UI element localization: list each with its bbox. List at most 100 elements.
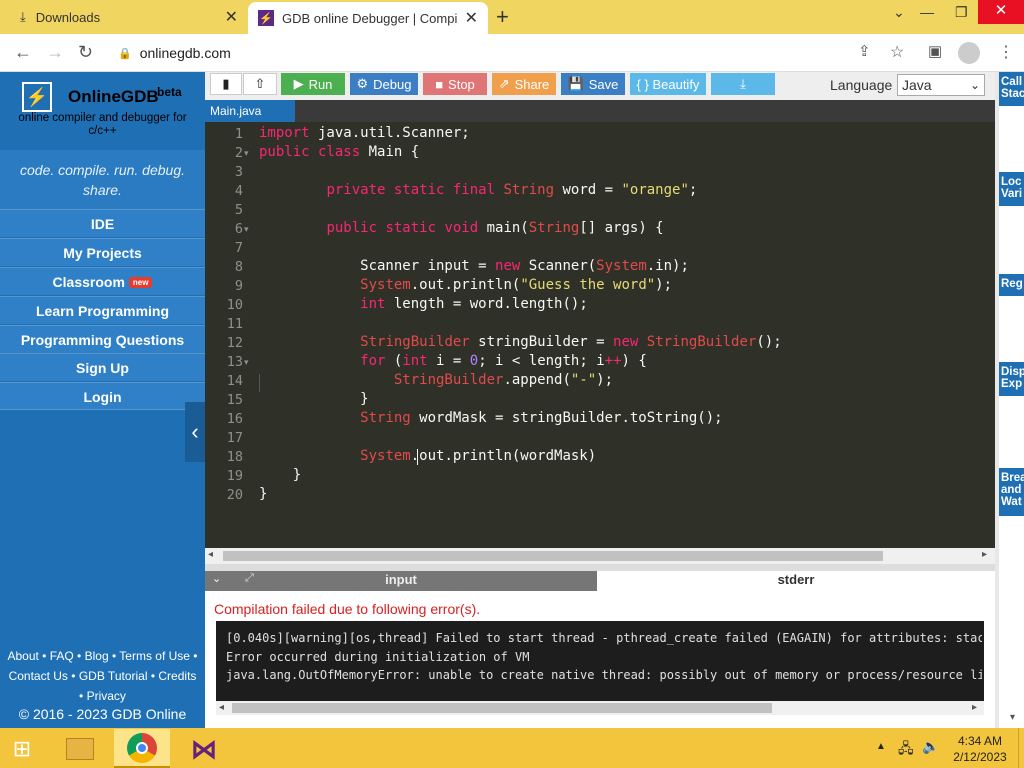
code-line: Scanner input = new Scanner(System.in); bbox=[259, 258, 689, 274]
tab-list-icon[interactable]: ⌄ bbox=[893, 4, 905, 21]
share-label: Share bbox=[514, 76, 550, 92]
collapse-sidebar-button[interactable]: ‹ bbox=[185, 402, 205, 462]
sidebar-item-programming-questions[interactable]: Programming Questions bbox=[0, 325, 205, 353]
browser-menu-icon[interactable]: ⋮ bbox=[998, 42, 1014, 62]
debug-button[interactable]: ⚙ Debug bbox=[350, 73, 418, 95]
stop-button[interactable]: ■ Stop bbox=[423, 73, 487, 95]
tab-downloads[interactable]: ⤓ Downloads ✕ bbox=[0, 0, 248, 34]
reload-icon[interactable]: ↻ bbox=[78, 42, 93, 63]
code-line: } bbox=[259, 467, 302, 483]
resize-divider[interactable] bbox=[205, 564, 995, 571]
tab-gdb-online[interactable]: ⚡ GDB online Debugger | Compiler ✕ bbox=[248, 2, 488, 34]
file-explorer-icon[interactable] bbox=[62, 732, 98, 766]
beautify-button[interactable]: { } Beautify bbox=[630, 73, 706, 95]
save-button[interactable]: 💾 Save bbox=[561, 73, 625, 95]
language-select[interactable]: Java ⌄ bbox=[897, 74, 985, 96]
line-number: 3 bbox=[234, 164, 243, 180]
scroll-down-arrow-icon[interactable]: ▾ bbox=[1010, 712, 1015, 723]
close-tab-icon[interactable]: ✕ bbox=[225, 7, 238, 27]
sidebar-item-sign-up[interactable]: Sign Up bbox=[0, 353, 205, 381]
tab-label: input bbox=[385, 572, 417, 587]
footer-credits-link[interactable]: Credits bbox=[158, 669, 196, 683]
code-line: public class Main { bbox=[259, 144, 420, 160]
side-panel-icon[interactable]: ▣ bbox=[928, 42, 942, 60]
scrollbar-thumb[interactable] bbox=[223, 551, 883, 561]
panel-divider bbox=[995, 72, 999, 728]
footer-gdb-tutorial-link[interactable]: GDB Tutorial bbox=[79, 669, 148, 683]
volume-icon[interactable]: 🔈 bbox=[922, 738, 939, 755]
line-number: 19 bbox=[226, 468, 243, 484]
line-number: 7 bbox=[234, 240, 243, 256]
minimize-button[interactable]: — bbox=[920, 4, 934, 20]
fold-arrow-icon[interactable]: ▾ bbox=[244, 357, 249, 368]
restore-button[interactable]: ❐ bbox=[955, 4, 968, 21]
footer-about-link[interactable]: About bbox=[7, 649, 38, 663]
line-number: 14 bbox=[226, 373, 243, 389]
new-file-button[interactable]: ▮ bbox=[210, 73, 242, 95]
brand-name[interactable]: OnlineGDB bbox=[68, 87, 159, 107]
windows-start-icon[interactable]: ⊞ bbox=[4, 732, 40, 766]
chevron-down-icon: ⌄ bbox=[969, 78, 980, 92]
visual-studio-icon[interactable]: ⋈ bbox=[186, 732, 222, 766]
download-button[interactable]: ⤓ bbox=[711, 73, 775, 95]
bookmark-star-icon[interactable]: ☆ bbox=[890, 42, 904, 62]
sidebar-item-login[interactable]: Login bbox=[0, 382, 205, 410]
close-tab-icon[interactable]: ✕ bbox=[465, 8, 478, 28]
file-tab-bar bbox=[205, 100, 995, 122]
line-number: 17 bbox=[226, 430, 243, 446]
footer-blog-link[interactable]: Blog bbox=[85, 649, 109, 663]
new-tab-button[interactable]: + bbox=[496, 4, 509, 30]
profile-avatar[interactable] bbox=[958, 42, 980, 64]
tray-chevron-up-icon[interactable]: ▲ bbox=[876, 741, 886, 752]
line-number: 9 bbox=[234, 278, 243, 294]
scroll-left-arrow-icon[interactable]: ◂ bbox=[208, 549, 213, 560]
line-number: 2 bbox=[234, 145, 243, 161]
line-number: 6 bbox=[234, 221, 243, 237]
back-icon[interactable]: ← bbox=[14, 42, 32, 63]
footer-terms-link[interactable]: Terms of Use bbox=[119, 649, 190, 663]
network-icon[interactable]: 🖧 bbox=[898, 738, 914, 762]
menu-label: Programming Questions bbox=[20, 332, 185, 348]
menu-label: Classroom bbox=[52, 274, 125, 290]
tab-stderr[interactable]: stderr bbox=[597, 571, 995, 591]
share-button[interactable]: ⇗ Share bbox=[492, 73, 556, 95]
url-field[interactable]: 🔒 onlinegdb.com bbox=[108, 40, 848, 66]
expand-icon[interactable]: ⤢ bbox=[245, 572, 254, 585]
scroll-right-arrow-icon[interactable]: ▸ bbox=[982, 549, 987, 560]
code-line: } bbox=[259, 391, 369, 407]
share-page-icon[interactable]: ⇪ bbox=[858, 42, 871, 60]
run-button[interactable]: ▶ Run bbox=[281, 73, 345, 95]
forward-icon[interactable]: → bbox=[46, 42, 64, 63]
code-line: StringBuilder stringBuilder = new String… bbox=[360, 334, 782, 350]
sidebar-item-my-projects[interactable]: My Projects bbox=[0, 238, 205, 266]
gdb-favicon-icon: ⚡ bbox=[258, 10, 274, 26]
file-tab-main-java[interactable]: Main.java bbox=[205, 100, 295, 122]
code-line: public static void main(String[] args) { bbox=[326, 220, 664, 236]
taskbar-clock[interactable]: 4:34 AM 2/12/2023 bbox=[948, 733, 1012, 765]
tab-input[interactable]: input bbox=[205, 571, 597, 591]
scroll-left-arrow-icon[interactable]: ◂ bbox=[219, 702, 224, 713]
sidebar-item-classroom[interactable]: Classroom new bbox=[0, 267, 205, 295]
copyright: © 2016 - 2023 GDB Online bbox=[18, 706, 187, 722]
line-number: 11 bbox=[226, 316, 243, 332]
code-line: } bbox=[259, 486, 268, 502]
close-window-button[interactable]: ✕ bbox=[978, 0, 1024, 24]
fold-arrow-icon[interactable]: ▾ bbox=[244, 224, 249, 235]
footer-faq-link[interactable]: FAQ bbox=[50, 649, 74, 663]
new-badge: new bbox=[128, 277, 153, 289]
debug-icon: ⚙ bbox=[356, 76, 369, 91]
chevron-down-icon[interactable]: ⌄ bbox=[212, 572, 221, 585]
upload-button[interactable]: ⇧ bbox=[243, 73, 277, 95]
sidebar-item-learn-programming[interactable]: Learn Programming bbox=[0, 296, 205, 324]
line-number: 5 bbox=[234, 202, 243, 218]
show-desktop-button[interactable] bbox=[1018, 728, 1024, 768]
line-number: 13 bbox=[226, 354, 243, 370]
sidebar-item-ide[interactable]: IDE bbox=[0, 209, 205, 237]
onlinegdb-logo-icon[interactable]: ⚡ bbox=[22, 82, 52, 112]
line-number: 4 bbox=[234, 183, 243, 199]
scrollbar-thumb[interactable] bbox=[232, 703, 772, 713]
footer-contact-link[interactable]: Contact Us bbox=[9, 669, 68, 683]
footer-privacy-link[interactable]: Privacy bbox=[87, 689, 126, 703]
scroll-right-arrow-icon[interactable]: ▸ bbox=[972, 702, 977, 713]
fold-arrow-icon[interactable]: ▾ bbox=[244, 148, 249, 159]
